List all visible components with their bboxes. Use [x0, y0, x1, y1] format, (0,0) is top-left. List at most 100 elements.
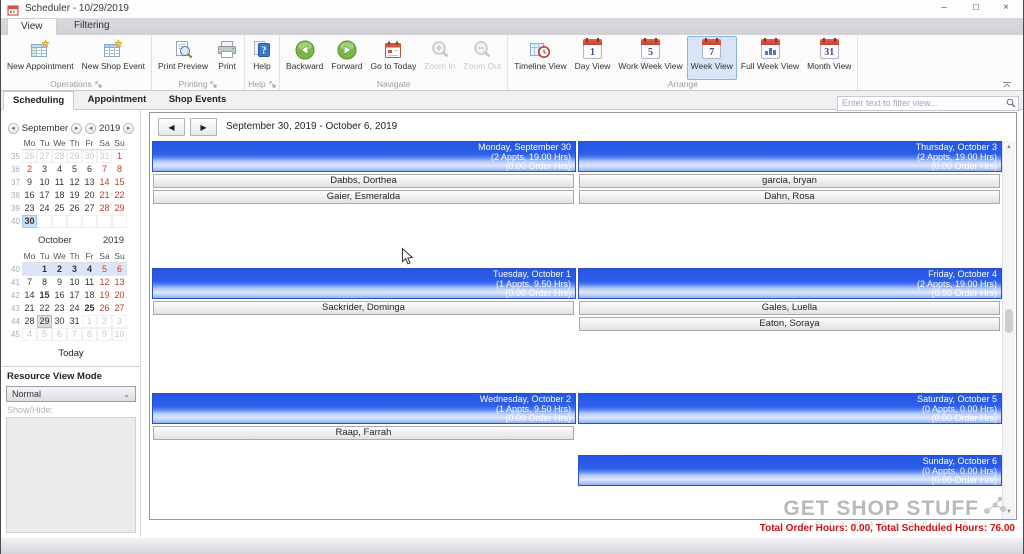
day-header-wednesday[interactable]: Wednesday, October 2(1 Appts, 9.50 Hrs)(…: [152, 393, 576, 424]
calendar-day[interactable]: 2: [22, 163, 37, 176]
calendar-day[interactable]: 17: [67, 289, 82, 302]
dialog-launcher-icon[interactable]: [95, 80, 102, 90]
calendar-day[interactable]: 2: [52, 263, 67, 276]
day-header-thursday[interactable]: Thursday, October 3(2 Appts, 19.00 Hrs)(…: [578, 141, 1002, 172]
calendar-day[interactable]: 3: [37, 163, 52, 176]
calendar-day[interactable]: 9: [97, 328, 112, 341]
calendar-day[interactable]: 25: [82, 302, 97, 315]
vertical-scrollbar[interactable]: ▲ ▼: [1002, 141, 1015, 519]
dialog-launcher-icon[interactable]: [210, 80, 217, 90]
calendar-day[interactable]: 10: [37, 176, 52, 189]
calendar-day[interactable]: 7: [67, 328, 82, 341]
calendar-day[interactable]: 5: [67, 163, 82, 176]
today-button[interactable]: Today: [2, 348, 140, 359]
calendar-day[interactable]: 22: [37, 302, 52, 315]
calendar-day[interactable]: 13: [112, 276, 127, 289]
next-month-icon[interactable]: ▸: [71, 123, 82, 134]
day-header-tuesday[interactable]: Tuesday, October 1(1 Appts, 9.50 Hrs)(0.…: [152, 268, 576, 299]
calendar-day[interactable]: 30: [22, 215, 37, 228]
new-appointment-button[interactable]: New Appointment: [3, 36, 78, 80]
tab-scheduling[interactable]: Scheduling: [3, 91, 74, 110]
calendar-day[interactable]: 11: [52, 176, 67, 189]
appointment-bar[interactable]: garcia, bryan: [579, 174, 1000, 188]
zoom-in-button[interactable]: Zoom In: [420, 36, 459, 80]
calendar-day[interactable]: 11: [82, 276, 97, 289]
calendar-day[interactable]: 29: [37, 315, 52, 328]
calendar-day[interactable]: 8: [82, 328, 97, 341]
appointment-bar[interactable]: Sackrider, Dominga: [153, 301, 574, 315]
close-button[interactable]: ×: [991, 0, 1021, 18]
work-week-view-button[interactable]: 5 Work Week View: [614, 36, 686, 80]
calendar-day[interactable]: 12: [67, 176, 82, 189]
day-header-sunday[interactable]: Sunday, October 6(0 Appts, 0.00 Hrs)(0.0…: [578, 455, 1002, 486]
calendar-day[interactable]: 24: [37, 202, 52, 215]
calendar-day[interactable]: 26: [97, 302, 112, 315]
new-shop-event-button[interactable]: New Shop Event: [78, 36, 149, 80]
calendar-day[interactable]: 14: [97, 176, 112, 189]
calendar-day[interactable]: 7: [22, 276, 37, 289]
calendar-day[interactable]: 19: [97, 289, 112, 302]
calendar-day[interactable]: 24: [67, 302, 82, 315]
calendar-day[interactable]: 28: [97, 202, 112, 215]
calendar-day[interactable]: 7: [97, 163, 112, 176]
calendar-day[interactable]: 27: [112, 302, 127, 315]
print-button[interactable]: Print: [212, 36, 242, 80]
appointment-bar[interactable]: Gaier, Esmeralda: [153, 190, 574, 204]
calendar-day[interactable]: 31: [67, 315, 82, 328]
dialog-launcher-icon[interactable]: [269, 80, 276, 90]
calendar-day[interactable]: 6: [52, 328, 67, 341]
forward-button[interactable]: Forward: [327, 36, 366, 80]
calendar-day[interactable]: 29: [67, 150, 82, 163]
calendar-day[interactable]: 4: [82, 263, 97, 276]
next-week-button[interactable]: ▶: [190, 118, 217, 136]
calendar-day[interactable]: 16: [22, 189, 37, 202]
calendar-day[interactable]: 16: [52, 289, 67, 302]
calendar-day[interactable]: 14: [22, 289, 37, 302]
calendar-day[interactable]: 1: [112, 150, 127, 163]
calendar-day[interactable]: 15: [112, 176, 127, 189]
calendar-day[interactable]: 4: [52, 163, 67, 176]
appointment-bar[interactable]: Eaton, Soraya: [579, 317, 1000, 331]
print-preview-button[interactable]: Print Preview: [154, 36, 212, 80]
calendar-day[interactable]: 12: [97, 276, 112, 289]
full-week-view-button[interactable]: Full Week View: [737, 36, 803, 80]
appointment-bar[interactable]: Dahn, Rosa: [579, 190, 1000, 204]
minimize-button[interactable]: –: [929, 0, 959, 18]
next-year-icon[interactable]: ▸: [123, 123, 134, 134]
calendar-day[interactable]: 20: [112, 289, 127, 302]
calendar-day[interactable]: 3: [112, 315, 127, 328]
day-header-monday[interactable]: Monday, September 30(2 Appts, 19.00 Hrs)…: [152, 141, 576, 172]
calendar-day[interactable]: 31: [97, 150, 112, 163]
calendar-day[interactable]: 26: [67, 202, 82, 215]
calendar-day[interactable]: 19: [67, 189, 82, 202]
calendar-day[interactable]: 28: [22, 315, 37, 328]
calendar-day[interactable]: 6: [112, 263, 127, 276]
calendar-day[interactable]: 17: [37, 189, 52, 202]
prev-year-icon[interactable]: ◂: [85, 123, 96, 134]
calendar-day[interactable]: 30: [82, 150, 97, 163]
day-header-saturday[interactable]: Saturday, October 5(0 Appts, 0.00 Hrs)(0…: [578, 393, 1002, 424]
resource-view-mode-select[interactable]: Normal ⌄: [6, 386, 136, 402]
calendar-day[interactable]: 10: [67, 276, 82, 289]
calendar-day[interactable]: 1: [82, 315, 97, 328]
appointment-bar[interactable]: Raap, Farrah: [153, 426, 574, 440]
calendar-day[interactable]: 18: [82, 289, 97, 302]
calendar-day[interactable]: 25: [52, 202, 67, 215]
calendar-day[interactable]: 30: [52, 315, 67, 328]
prev-month-icon[interactable]: ◂: [8, 123, 19, 134]
calendar-day[interactable]: 22: [112, 189, 127, 202]
calendar-day[interactable]: 28: [52, 150, 67, 163]
calendar-day[interactable]: 18: [52, 189, 67, 202]
tab-appointment[interactable]: Appointment: [79, 91, 156, 109]
ribbon-tab-filtering[interactable]: Filtering: [61, 18, 123, 34]
calendar-day[interactable]: 23: [22, 202, 37, 215]
help-button[interactable]: ? Help: [247, 36, 277, 80]
calendar-day[interactable]: 6: [82, 163, 97, 176]
calendar-day[interactable]: 10: [112, 328, 127, 341]
calendar-day[interactable]: 20: [82, 189, 97, 202]
calendar-day[interactable]: 26: [22, 150, 37, 163]
day-view-button[interactable]: 1 Day View: [571, 36, 615, 80]
day-header-friday[interactable]: Friday, October 4(2 Appts, 19.00 Hrs)(0.…: [578, 268, 1002, 299]
calendar-day[interactable]: 21: [97, 189, 112, 202]
resource-list-box[interactable]: [6, 417, 136, 533]
